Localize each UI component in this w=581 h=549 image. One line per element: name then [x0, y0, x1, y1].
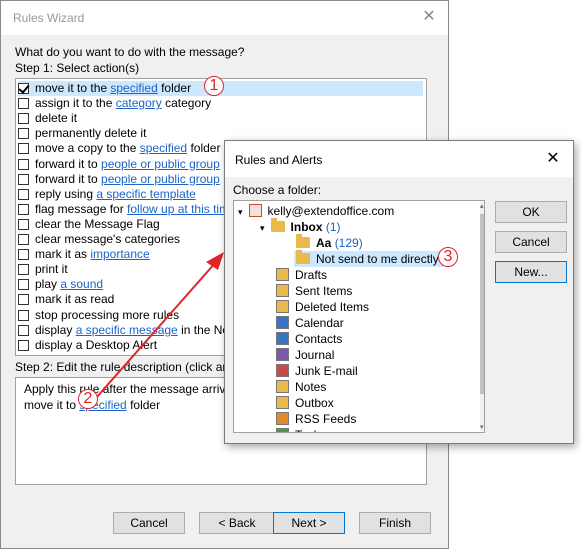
annotation-number-2: 2 — [78, 389, 98, 409]
tree-inbox[interactable]: ▾ Inbox (1) — [260, 218, 341, 235]
tree-folder-item[interactable]: Deleted Items — [276, 299, 369, 315]
tree-folder-item[interactable]: Drafts — [276, 267, 327, 283]
folder-icon — [276, 380, 289, 393]
folder-icon — [276, 284, 289, 297]
folder-label: Junk E-mail — [295, 364, 358, 378]
scrollbar-thumb[interactable] — [480, 214, 484, 394]
folder-icon — [276, 348, 289, 361]
folder-icon — [276, 332, 289, 345]
folder-label: Contacts — [295, 332, 343, 346]
close-icon[interactable]: ✕ — [543, 149, 563, 169]
tree-selected-folder[interactable]: Not send to me directly — [294, 250, 443, 267]
mailbox-icon — [248, 204, 262, 217]
folder-icon — [276, 396, 289, 409]
annotation-number-1: 1 — [204, 76, 224, 96]
scroll-down-icon[interactable]: ▾ — [480, 423, 484, 431]
tree-folder-item[interactable]: Contacts — [276, 331, 342, 347]
rules-and-alerts-dialog: Rules and Alerts ✕ Choose a folder: ▾ kel… — [224, 140, 574, 444]
aa-count: (129) — [334, 236, 363, 250]
new-button[interactable]: New... — [495, 261, 567, 283]
folder-icon — [296, 234, 310, 248]
folder-icon — [276, 428, 289, 432]
folder-label: Notes — [295, 380, 327, 394]
account-name: kelly@extendoffice.com — [267, 204, 395, 218]
scroll-up-icon[interactable]: ▴ — [480, 202, 484, 210]
tree-folder-item[interactable]: Outbox — [276, 395, 334, 411]
annotation-number-3: 3 — [438, 247, 458, 267]
folder-label: Sent Items — [295, 284, 353, 298]
selected-folder-label: Not send to me directly — [316, 252, 439, 266]
chevron-down-icon[interactable]: ▾ — [238, 207, 243, 217]
tree-scrollbar[interactable]: ▴ ▾ — [480, 202, 484, 431]
folder-label: Calendar — [295, 316, 344, 330]
tree-folder-item[interactable]: Tasks — [276, 427, 326, 432]
tree-folder-item[interactable]: Junk E-mail — [276, 363, 358, 379]
aa-label: Aa — [316, 236, 332, 250]
tree-aa[interactable]: Aa (129) — [296, 234, 363, 251]
folder-icon — [276, 364, 289, 377]
folder-icon — [276, 412, 289, 425]
inbox-label: Inbox — [290, 220, 323, 234]
inbox-folder-icon — [270, 218, 285, 232]
ok-button[interactable]: OK — [495, 201, 567, 223]
folder-label: Deleted Items — [295, 300, 370, 314]
folder-tree[interactable]: ▾ kelly@extendoffice.com ▾ Inbox (1) Aa (1… — [233, 200, 485, 433]
folder-icon — [276, 316, 289, 329]
tree-folder-item[interactable]: Sent Items — [276, 283, 352, 299]
dialog-title: Rules and Alerts — [235, 153, 323, 167]
tree-folder-item[interactable]: RSS Feeds — [276, 411, 356, 427]
tree-folder-item[interactable]: Journal — [276, 347, 334, 363]
folder-icon — [276, 300, 289, 313]
folder-label: Tasks — [295, 428, 326, 432]
folder-label: Drafts — [295, 268, 328, 282]
folder-label: Outbox — [295, 396, 334, 410]
cancel-button[interactable]: Cancel — [495, 231, 567, 253]
inbox-count: (1) — [325, 220, 341, 234]
folder-icon — [296, 250, 310, 264]
choose-folder-label: Choose a folder: — [233, 183, 322, 197]
tree-account[interactable]: ▾ kelly@extendoffice.com — [238, 203, 394, 219]
tree-folder-item[interactable]: Notes — [276, 379, 326, 395]
folder-label: Journal — [295, 348, 335, 362]
tree-folder-item[interactable]: Calendar — [276, 315, 344, 331]
chevron-down-icon[interactable]: ▾ — [260, 223, 265, 233]
folder-label: RSS Feeds — [295, 412, 357, 426]
folder-icon — [276, 268, 289, 281]
title-bar: Rules and Alerts ✕ — [225, 141, 573, 177]
